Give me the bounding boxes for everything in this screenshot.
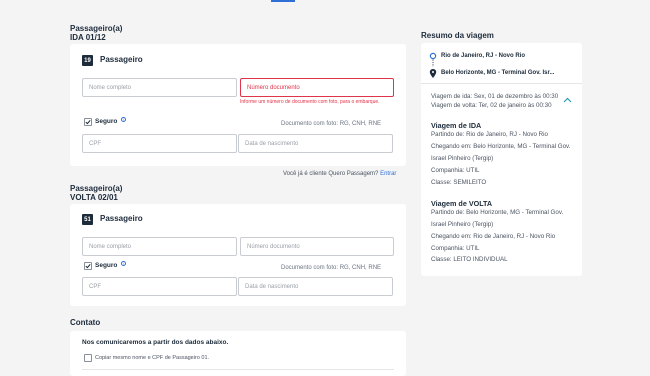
summary-destination: Belo Horizonte, MG - Terminal Gov. Isr..… <box>441 70 555 76</box>
check-icon <box>85 263 91 269</box>
ida-document-hint: Documento com foto: RG, CNH, RNE <box>281 121 382 127</box>
ida-seat-badge: 19 <box>82 55 93 66</box>
ida-name-input[interactable]: Nome completo <box>82 78 237 97</box>
ida-birthdate-input[interactable]: Data de nascimento <box>238 134 393 153</box>
summary-volta-title: Viagem de VOLTA <box>431 199 493 208</box>
contato-subtitle: Nos comunicaremos a partir dos dados aba… <box>82 339 229 346</box>
volta-passenger-title: Passageiro <box>100 214 143 223</box>
summary-ida-class: Classe: SEMILEITO <box>431 179 487 186</box>
ida-cpf-input[interactable]: CPF <box>82 134 237 153</box>
client-prompt: Você já é cliente Quero Passagem? Entrar <box>283 171 396 177</box>
chevron-up-icon[interactable] <box>563 97 572 103</box>
volta-document-input[interactable]: Número documento <box>240 237 394 256</box>
ida-insurance-checkbox[interactable] <box>84 118 92 126</box>
volta-seat-badge: 51 <box>82 214 93 225</box>
summary-divider <box>421 83 582 84</box>
route-icon <box>429 52 437 78</box>
summary-ida-title: Viagem de IDA <box>431 121 482 130</box>
volta-heading-line1: Passageiro(a) <box>70 184 123 193</box>
summary-volta-from-line2: Israel Pinheiro (Tergip) <box>431 221 494 228</box>
ida-heading-line1: Passageiro(a) <box>70 24 123 33</box>
ida-heading-line2: IDA 01/12 <box>70 33 106 42</box>
summary-volta-from-line1: Partindo de: Belo Horizonte, MG - Termin… <box>431 209 564 216</box>
volta-document-hint: Documento com foto: RG, CNH, RNE <box>281 265 382 271</box>
volta-insurance-checkbox[interactable] <box>84 262 92 270</box>
volta-name-input[interactable]: Nome completo <box>82 237 237 256</box>
summary-ida-from: Partindo de: Rio de Janeiro, RJ - Novo R… <box>431 131 548 138</box>
volta-birthdate-input[interactable]: Data de nascimento <box>238 277 393 296</box>
ida-insurance-label: Seguro <box>95 118 118 125</box>
summary-origin: Rio de Janeiro, RJ - Novo Rio <box>441 53 526 59</box>
contato-heading: Contato <box>70 318 101 327</box>
summary-ida-to-line1: Chegando em: Belo Horizonte, MG - Termin… <box>431 143 571 150</box>
summary-ida-company: Companhia: UTIL <box>431 167 480 174</box>
volta-passenger-card: 51 Passageiro Nome completo Número docum… <box>70 204 406 306</box>
summary-heading: Resumo da viagem <box>421 31 494 40</box>
copy-passenger-label: Copiar mesmo nome e CPF de Passageiro 01… <box>95 355 210 361</box>
check-icon <box>85 119 91 125</box>
ida-document-error: Informe um número de documento com foto,… <box>240 99 380 105</box>
ida-passenger-title: Passageiro <box>100 55 143 64</box>
volta-insurance-label: Seguro <box>95 262 118 269</box>
summary-volta-class: Classe: LEITO INDIVIDUAL <box>431 256 508 263</box>
contato-divider <box>82 369 394 370</box>
top-tab-indicator <box>271 0 295 2</box>
summary-volta-to: Chegando em: Rio de Janeiro, RJ - Novo R… <box>431 233 556 240</box>
copy-passenger-checkbox[interactable] <box>84 354 92 362</box>
ida-passenger-card: 19 Passageiro Nome completo Número docum… <box>70 44 406 166</box>
volta-heading: Passageiro(a) VOLTA 02/01 <box>70 184 122 202</box>
client-prompt-text: Você já é cliente Quero Passagem? <box>283 171 379 177</box>
info-icon[interactable]: i <box>121 261 126 266</box>
login-link[interactable]: Entrar <box>380 171 396 177</box>
info-icon[interactable]: i <box>121 117 126 122</box>
contato-card: Nos comunicaremos a partir dos dados aba… <box>70 331 406 376</box>
trip-summary-card: Rio de Janeiro, RJ - Novo Rio Belo Horiz… <box>421 43 582 276</box>
summary-volta-company: Companhia: UTIL <box>431 245 480 252</box>
volta-heading-line2: VOLTA 02/01 <box>70 193 118 202</box>
volta-cpf-input[interactable]: CPF <box>82 277 237 296</box>
summary-ida-to-line2: Israel Pinheiro (Tergip) <box>431 155 494 162</box>
ida-heading: Passageiro(a) IDA 01/12 <box>70 24 122 42</box>
ida-document-input[interactable]: Número documento <box>240 78 394 97</box>
summary-ida-date: Viagem de ida: Sex, 01 de dezembro às 00… <box>431 93 559 100</box>
summary-volta-date: Viagem de volta: Ter, 02 de janeiro às 0… <box>431 102 552 109</box>
